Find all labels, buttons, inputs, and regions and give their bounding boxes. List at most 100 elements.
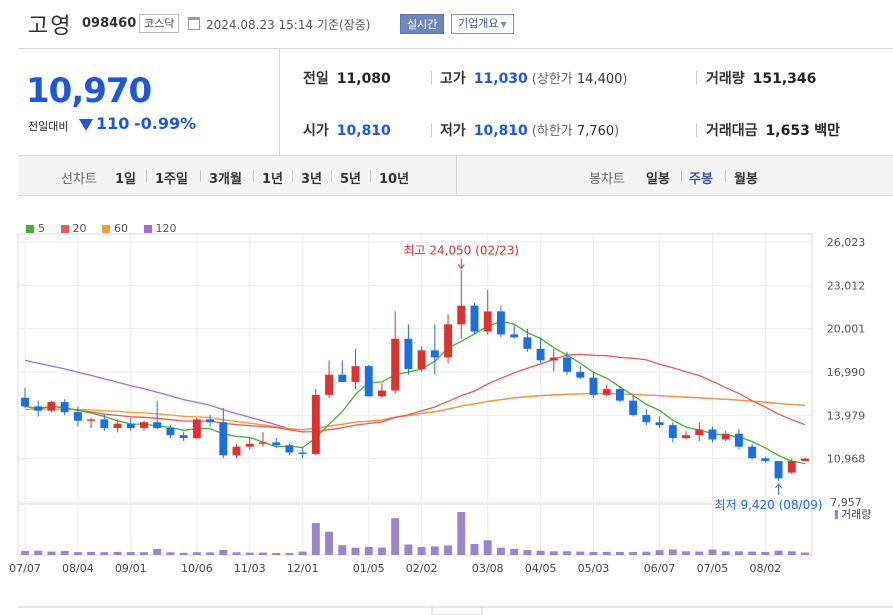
volume-bar [470, 543, 479, 555]
upper-limit-value: 14,400 [576, 72, 623, 87]
candle-body [801, 458, 809, 461]
volume-bar [21, 551, 29, 555]
candle-body [417, 350, 426, 369]
volume-bar [523, 550, 532, 555]
period-1w[interactable]: 1주일 [155, 168, 188, 187]
prev-close: 전일 11,080 [303, 68, 391, 88]
period-10y[interactable]: 10년 [379, 168, 409, 187]
volume-bar [536, 550, 545, 555]
candle-daily[interactable]: 일봉 [646, 168, 670, 187]
legend-label: 120 [155, 222, 177, 235]
divider [696, 71, 697, 85]
trade-amount: 거래대금 1,653 백만 [706, 120, 840, 140]
volume-bar [483, 540, 492, 555]
x-tick-label: 11/03 [234, 562, 266, 575]
candle-body [708, 429, 717, 440]
candle-body [100, 419, 109, 428]
candle-monthly[interactable]: 월봉 [734, 168, 758, 187]
separator [146, 170, 147, 182]
period-3y[interactable]: 3년 [301, 168, 322, 187]
period-3m[interactable]: 3개월 [209, 168, 242, 187]
candle-body [285, 445, 294, 453]
candle-body [457, 305, 466, 325]
change-percent: -0.99% [134, 114, 197, 133]
candle-body [60, 402, 69, 413]
realtime-button[interactable]: 실시간 [400, 14, 445, 34]
volume-bar [153, 548, 162, 555]
period-1y[interactable]: 1년 [262, 168, 283, 187]
volume-bar [126, 552, 135, 555]
volume-bar [417, 547, 426, 555]
volume-bar [166, 552, 175, 555]
volume-bar [140, 552, 148, 555]
candle-body [615, 389, 624, 401]
separator [200, 170, 201, 182]
candle-weekly[interactable]: 주봉 [689, 168, 713, 187]
y-tick-label: 23,012 [827, 279, 866, 292]
candle-body [21, 397, 29, 407]
candle-body [351, 366, 360, 382]
candle-body [549, 357, 558, 361]
candle-body [510, 334, 519, 338]
legend-ma5: 5 [26, 222, 45, 235]
volume-bar [113, 551, 122, 555]
period-1d[interactable]: 1일 [115, 168, 136, 187]
volume-bar [259, 552, 267, 555]
volume-bar [496, 547, 505, 555]
volume-bar [682, 551, 690, 555]
candle-body [325, 374, 334, 395]
volume-bar [602, 551, 611, 555]
period-5y[interactable]: 5년 [340, 168, 361, 187]
volume-bar [338, 545, 347, 555]
candle-body [338, 374, 347, 382]
price-plot-frame [17, 233, 813, 503]
volume-bar [510, 548, 519, 555]
volume-bar [73, 552, 82, 555]
x-tick-label: 01/05 [353, 562, 385, 575]
max-annotation: 최고 24,050 (02/23) [403, 243, 519, 257]
market-badge: 코스닥 [139, 14, 180, 33]
volume-bar [87, 551, 96, 555]
legend-ma60: 60 [102, 222, 128, 235]
legend-ma20: 20 [60, 222, 87, 235]
candle-body [47, 402, 56, 411]
candle-body [34, 406, 43, 411]
volume-bar [219, 549, 228, 555]
volume-bar [774, 550, 783, 555]
legend-swatch [143, 224, 152, 233]
volume-bar [60, 550, 69, 555]
volume-bar [34, 550, 43, 555]
amount-value: 1,653 [765, 123, 810, 139]
y-tick-label: 20,001 [827, 323, 866, 336]
candle-body [311, 394, 320, 454]
volume-bar [695, 551, 704, 555]
x-tick-label: 05/03 [578, 562, 610, 575]
legend-label: 20 [72, 222, 87, 235]
volume-legend-label: 거래량 [841, 508, 871, 521]
candle-body [391, 338, 400, 391]
volume-bar [206, 552, 215, 555]
volume-bar [377, 547, 386, 555]
candle-body [576, 371, 585, 378]
toolbar-divider [456, 156, 457, 196]
candle-body [444, 324, 453, 358]
candle-body [602, 389, 611, 395]
x-tick-label: 03/08 [472, 562, 504, 575]
candle-body [748, 446, 757, 459]
upper-limit-label: 상한가 [536, 72, 573, 87]
volume-bar [285, 553, 294, 555]
chart-toolbar: 선차트 1일 1주일 3개월 1년 3년 5년 10년 봉차트 일봉 주봉 월봉 [18, 156, 893, 196]
lower-limit-label: 하한가 [536, 124, 573, 139]
divider [431, 71, 432, 85]
volume-bar [272, 552, 281, 555]
volume-bar [364, 547, 373, 555]
company-overview-button[interactable]: 기업개요 ▼ [451, 14, 514, 34]
candle-body [695, 429, 704, 436]
legend-swatch [102, 224, 110, 233]
x-tick-label: 07/05 [697, 562, 729, 575]
x-tick-label: 09/01 [115, 562, 147, 575]
high-price: 고가 11,030 (상한가 14,400) [440, 68, 627, 88]
candle-body [734, 433, 743, 447]
candle-body [232, 446, 241, 456]
volume-bar [179, 552, 188, 555]
